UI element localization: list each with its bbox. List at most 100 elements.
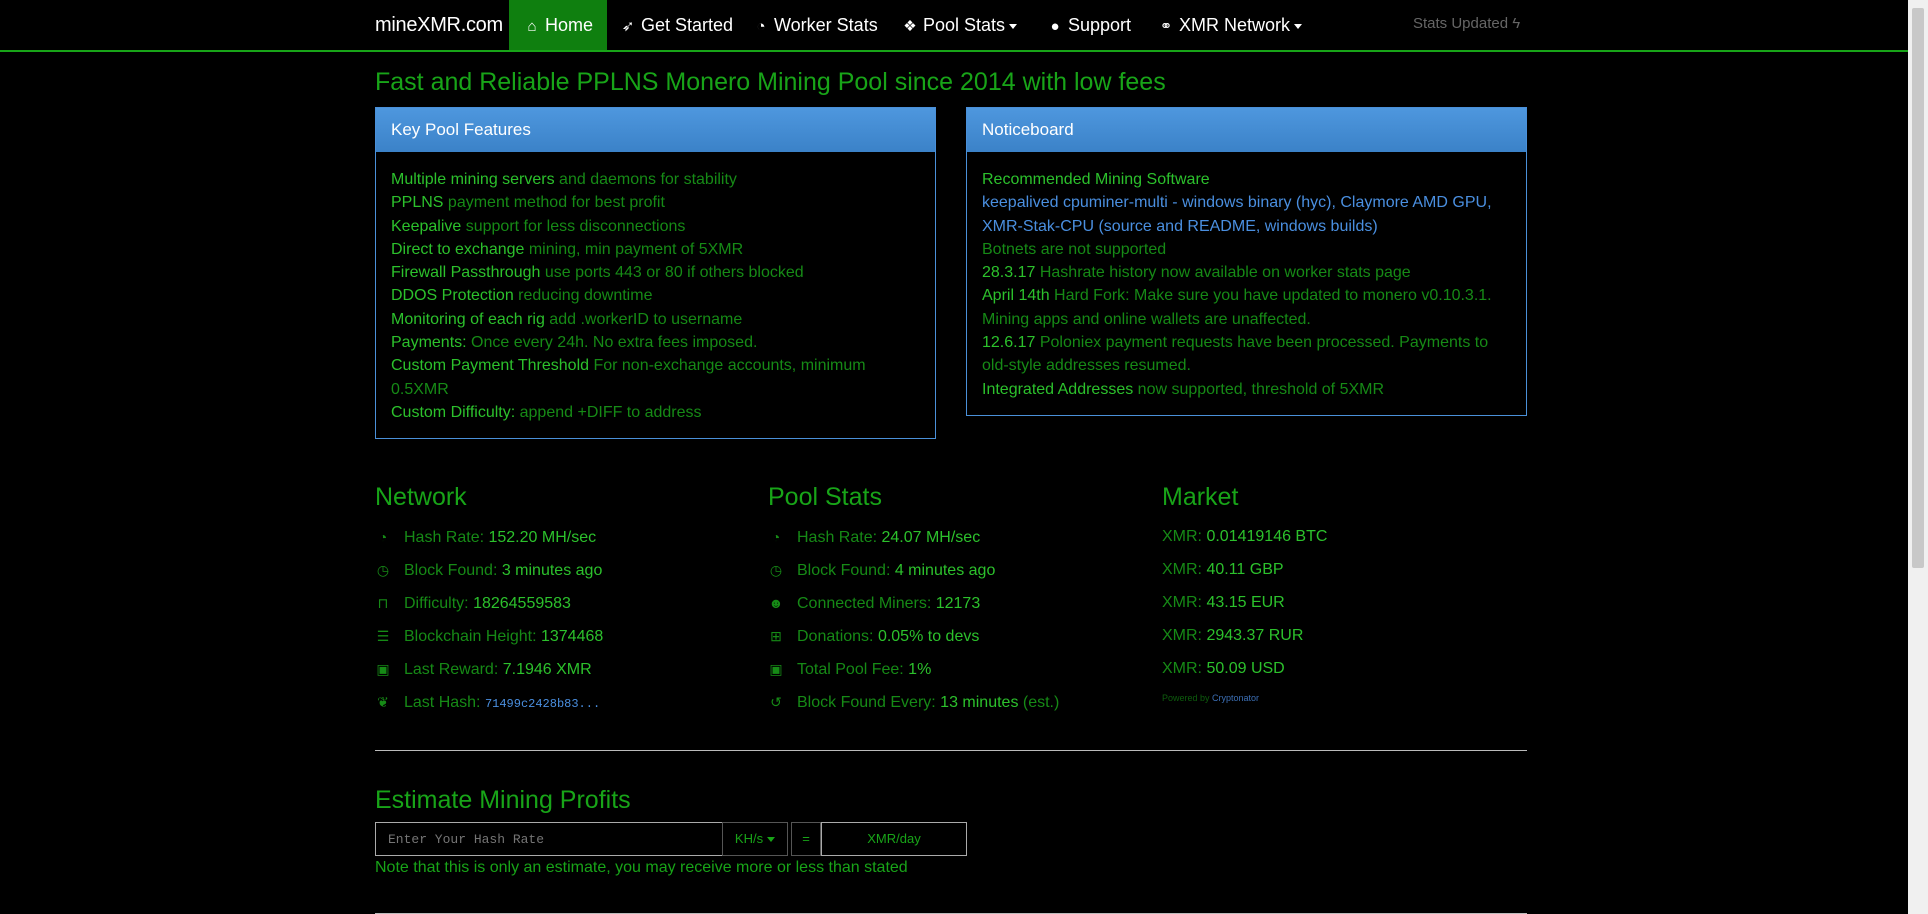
chevron-down-icon bbox=[1294, 23, 1303, 29]
hash-rate-input[interactable] bbox=[375, 822, 723, 856]
network-title: Network bbox=[375, 483, 467, 511]
nav-support[interactable]: ● Support bbox=[1046, 0, 1131, 50]
xmr-per-day-output: XMR/day bbox=[821, 822, 967, 856]
money-icon: ▣ bbox=[769, 661, 783, 677]
cubes-icon: ❖ bbox=[903, 18, 917, 35]
noticeboard-title: Noticeboard bbox=[967, 108, 1526, 152]
pool-stats-title: Pool Stats bbox=[768, 483, 882, 511]
brand-logo[interactable]: mineXMR.com bbox=[375, 0, 503, 50]
market-btc: XMR: 0.01419146 BTC bbox=[1162, 528, 1328, 545]
pool-hash-rate: ◔ Hash Rate: 24.07 MH/sec bbox=[768, 526, 980, 548]
chevron-down-icon bbox=[1009, 23, 1018, 29]
gift-icon: ⊞ bbox=[770, 628, 782, 644]
network-blockchain-height: ☰ Blockchain Height: 1374468 bbox=[375, 625, 604, 647]
list-item: Payments: Once every 24h. No extra fees … bbox=[391, 334, 758, 352]
chevron-down-icon bbox=[767, 837, 776, 843]
list-item: Custom Payment Threshold For non-exchang… bbox=[391, 357, 866, 398]
dashboard-icon: ◔ bbox=[771, 529, 781, 545]
software-heading: Recommended Mining Software bbox=[982, 171, 1210, 188]
list-item: Keepalive support for less disconnection… bbox=[391, 217, 686, 235]
scrollbar[interactable] bbox=[1908, 0, 1928, 914]
network-last-hash: ❦ Last Hash: 71499c2428b83... bbox=[375, 691, 600, 713]
history-icon: ↺ bbox=[770, 694, 782, 710]
software-line-2: XMR-Stak-CPU (source and README, windows… bbox=[982, 217, 1378, 235]
nav-get-started-label: Get Started bbox=[641, 15, 734, 35]
nav-get-started[interactable]: ➶ Get Started bbox=[619, 0, 733, 50]
paw-icon: ❦ bbox=[377, 694, 389, 710]
last-hash-link[interactable]: 71499c2428b83... bbox=[485, 697, 600, 711]
network-hash-rate: ◔ Hash Rate: 152.20 MH/sec bbox=[375, 526, 596, 548]
pool-total-fee: ▣ Total Pool Fee: 1% bbox=[768, 658, 931, 680]
bars-icon: ☰ bbox=[376, 628, 390, 644]
windows-builds-link[interactable]: windows builds bbox=[1265, 218, 1373, 235]
dashboard-icon: ◔ bbox=[756, 18, 766, 35]
list-item: PPLNS payment method for best profit bbox=[391, 194, 665, 212]
clock-icon: ◷ bbox=[769, 562, 783, 578]
bolt-icon: ϟ bbox=[1512, 15, 1521, 32]
equals-sign: = bbox=[791, 822, 821, 856]
pool-block-found-every: ↺ Block Found Every: 13 minutes (est.) bbox=[768, 691, 1059, 713]
features-list: Multiple mining servers and daemons for … bbox=[376, 152, 935, 440]
list-item: Monitoring of each rig add .workerID to … bbox=[391, 310, 743, 328]
estimate-note: Note that this is only an estimate, you … bbox=[375, 859, 908, 876]
powered-by: Powered by Cryptonator bbox=[1162, 693, 1260, 703]
dashboard-icon: ◔ bbox=[378, 529, 388, 545]
market-usd: XMR: 50.09 USD bbox=[1162, 660, 1285, 677]
features-panel: Key Pool Features Multiple mining server… bbox=[375, 107, 936, 439]
notice-item: 28.3.17 Hashrate history now available o… bbox=[982, 264, 1411, 282]
market-rur: XMR: 2943.37 RUR bbox=[1162, 627, 1304, 644]
navbar: mineXMR.com ⌂ Home ➶ Get Started ◔ Worker S… bbox=[0, 0, 1908, 52]
clock-icon: ◷ bbox=[376, 562, 390, 578]
nav-pool-stats-label: Pool Stats bbox=[923, 15, 1006, 35]
cpuminer-link[interactable]: keepalived cpuminer-multi bbox=[982, 194, 1168, 211]
network-block-found: ◷ Block Found: 3 minutes ago bbox=[375, 559, 602, 581]
divider bbox=[375, 750, 1527, 751]
market-gbp: XMR: 40.11 GBP bbox=[1162, 561, 1284, 578]
unlock-icon: ⊓ bbox=[377, 595, 389, 611]
pool-donations: ⊞ Donations: 0.05% to devs bbox=[768, 625, 979, 647]
claymore-link[interactable]: Claymore AMD GPU bbox=[1340, 194, 1487, 211]
features-panel-title: Key Pool Features bbox=[376, 108, 935, 152]
money-icon: ▣ bbox=[376, 661, 390, 677]
nav-pool-stats[interactable]: ❖ Pool Stats bbox=[901, 0, 1018, 50]
list-item: Direct to exchange mining, min payment o… bbox=[391, 240, 744, 258]
windows-binary-link[interactable]: windows binary (hyc) bbox=[1182, 194, 1331, 211]
notice-item: April 14th Hard Fork: Make sure you have… bbox=[982, 287, 1492, 328]
network-last-reward: ▣ Last Reward: 7.1946 XMR bbox=[375, 658, 591, 680]
cryptonator-link[interactable]: Cryptonator bbox=[1212, 693, 1259, 703]
scrollbar-thumb[interactable] bbox=[1912, 8, 1924, 568]
list-item: DDOS Protection reducing downtime bbox=[391, 287, 653, 305]
estimate-title: Estimate Mining Profits bbox=[375, 786, 631, 814]
botnets-note: Botnets are not supported bbox=[982, 240, 1167, 258]
hash-unit-dropdown[interactable]: KH/s bbox=[722, 822, 788, 856]
source-readme-link[interactable]: source and README bbox=[1104, 218, 1256, 235]
nav-home[interactable]: ⌂ Home bbox=[509, 0, 608, 50]
notice-item: Integrated Addresses now supported, thre… bbox=[982, 380, 1385, 398]
market-eur: XMR: 43.15 EUR bbox=[1162, 594, 1285, 611]
market-title: Market bbox=[1162, 483, 1239, 511]
pool-connected-miners: ☻ Connected Miners: 12173 bbox=[768, 592, 981, 614]
xmr-stak-link[interactable]: XMR-Stak-CPU bbox=[982, 218, 1094, 235]
list-item: Multiple mining servers and daemons for … bbox=[391, 171, 737, 188]
software-line-1: keepalived cpuminer-multi - windows bina… bbox=[982, 194, 1492, 212]
network-difficulty: ⊓ Difficulty: 18264559583 bbox=[375, 592, 571, 614]
notice-item: 12.6.17 Poloniex payment requests have b… bbox=[982, 334, 1489, 375]
nav-worker-stats-label: Worker Stats bbox=[774, 15, 878, 35]
noticeboard-body: Recommended Mining Software keepalived c… bbox=[967, 152, 1526, 417]
nav-support-label: Support bbox=[1068, 15, 1132, 35]
pool-block-found: ◷ Block Found: 4 minutes ago bbox=[768, 559, 995, 581]
nav-xmr-network[interactable]: ⚭ XMR Network bbox=[1157, 0, 1303, 50]
nav-worker-stats[interactable]: ◔ Worker Stats bbox=[752, 0, 878, 50]
stats-updated: Stats Updated ϟ bbox=[1413, 0, 1520, 50]
nav-xmr-network-label: XMR Network bbox=[1179, 15, 1291, 35]
nav-home-label: Home bbox=[545, 15, 594, 35]
stats-updated-label: Stats Updated bbox=[1413, 15, 1509, 32]
users-icon: ☻ bbox=[768, 595, 784, 611]
page-headline: Fast and Reliable PPLNS Monero Mining Po… bbox=[375, 68, 1166, 96]
comments-icon: ● bbox=[1050, 18, 1060, 35]
rocket-icon: ➶ bbox=[621, 18, 635, 35]
home-icon: ⌂ bbox=[527, 18, 537, 35]
noticeboard-panel: Noticeboard Recommended Mining Software … bbox=[966, 107, 1527, 416]
list-item: Custom Difficulty: append +DIFF to addre… bbox=[391, 403, 702, 421]
list-item: Firewall Passthrough use ports 443 or 80… bbox=[391, 264, 804, 282]
